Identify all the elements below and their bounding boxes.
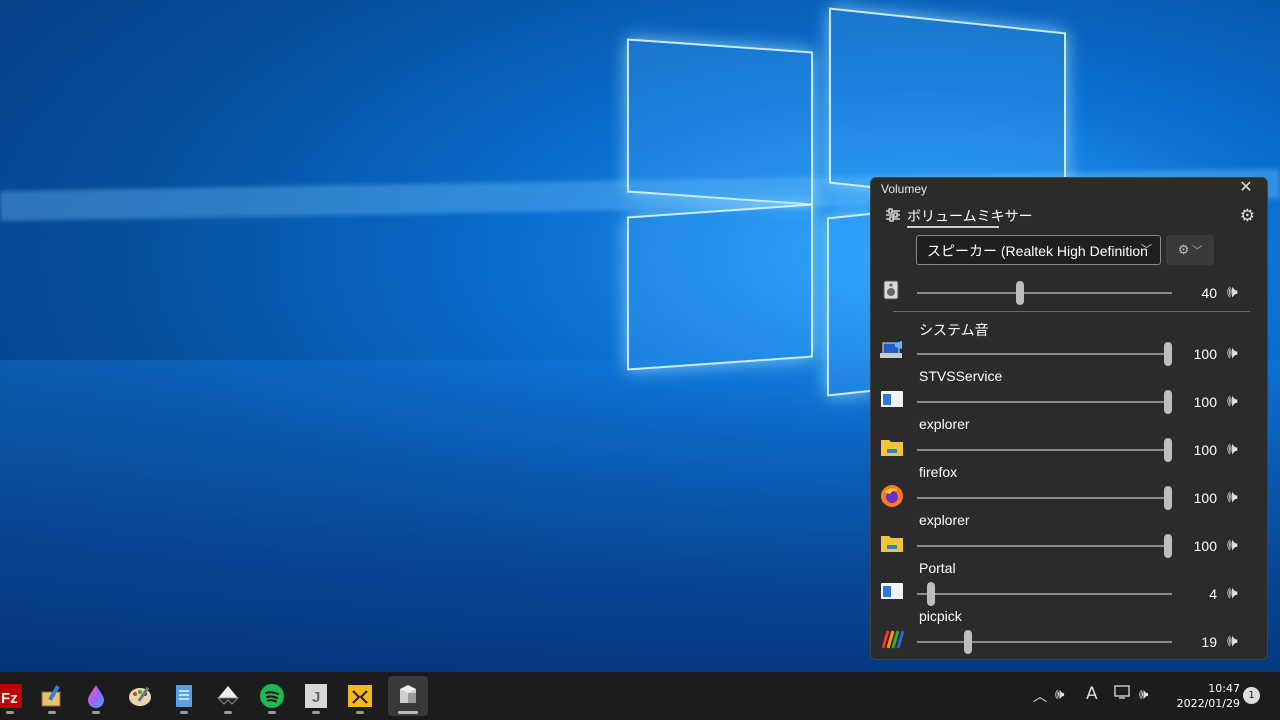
speaker-icon[interactable]: 🕪 [1227, 343, 1238, 363]
mixer-icon [885, 207, 901, 225]
system-sounds-icon [880, 340, 904, 362]
app-name: システム音 [919, 322, 989, 338]
speaker-icon[interactable]: 🕪 [1227, 439, 1238, 459]
app-volume-thumb[interactable] [963, 630, 972, 654]
volume-icon[interactable]: 🕪 [1139, 685, 1148, 703]
app-volume-row: picpick 19 🕪 [871, 608, 1269, 656]
app-volume-thumb[interactable] [1164, 342, 1172, 366]
chevron-down-icon: ﹀ [1189, 246, 1203, 257]
network-tool-icon[interactable] [340, 676, 380, 716]
paint-tool-icon[interactable] [32, 676, 72, 716]
app-volume-value: 100 [1193, 490, 1217, 506]
volumey-icon[interactable] [388, 676, 428, 716]
tab-underline [907, 226, 999, 228]
wallpaper-window-pane [827, 212, 874, 397]
app-volume-row: explorer 100 🕪 [871, 512, 1269, 560]
palette-icon[interactable] [120, 676, 160, 716]
app-volume-row: firefox 100 🕪 [871, 464, 1269, 512]
folder-icon [880, 532, 904, 554]
app-volume-row: STVSService 100 🕪 [871, 368, 1269, 416]
app-volume-thumb[interactable] [1164, 438, 1172, 462]
tab-label: ボリュームミキサー [907, 208, 1033, 224]
device-select-value: スピーカー (Realtek High Definition [927, 243, 1148, 259]
app-volume-value: 100 [1193, 442, 1217, 458]
app-volume-slider[interactable] [917, 641, 1172, 643]
speaker-icon[interactable]: 🕪 [1227, 487, 1238, 507]
app-volume-slider[interactable] [917, 449, 1172, 451]
speaker-tray-icon[interactable]: 🕪 [1055, 685, 1064, 703]
clock-date: 2022/01/29 [1176, 697, 1240, 710]
app-volume-thumb[interactable] [1164, 534, 1172, 558]
j-app-icon[interactable]: J [296, 676, 336, 716]
chevron-down-icon: ﹀ [1141, 244, 1152, 256]
network-icon[interactable] [1114, 684, 1132, 704]
app-name: explorer [919, 512, 970, 528]
gears-icon: ⚙ [1177, 242, 1190, 257]
app-volume-value: 100 [1193, 346, 1217, 362]
app-name: Portal [919, 560, 956, 576]
device-volume-value: 40 [1201, 285, 1217, 301]
svg-text:Fz: Fz [1, 690, 18, 707]
app-name: explorer [919, 416, 970, 432]
app-volume-thumb[interactable] [1164, 486, 1172, 510]
app-volume-slider[interactable] [917, 545, 1172, 547]
spotify-icon[interactable] [252, 676, 292, 716]
app-volume-slider[interactable] [917, 401, 1172, 403]
app-name: firefox [919, 464, 958, 480]
filezilla-icon[interactable]: Fz [0, 676, 30, 716]
speaker-icon[interactable]: 🕪 [1227, 535, 1238, 555]
notepad-icon[interactable] [164, 676, 204, 716]
app-volume-value: 4 [1209, 586, 1217, 602]
tab-volume-mixer[interactable]: ボリュームミキサー [885, 206, 1033, 226]
app-volume-thumb[interactable] [926, 582, 935, 606]
gear-icon[interactable]: ⚙ [1240, 206, 1255, 226]
app-volume-value: 100 [1193, 394, 1217, 410]
app-volume-thumb[interactable] [1164, 390, 1172, 414]
app-volume-row: システム音 100 🕪 [871, 320, 1269, 368]
app-volume-value: 100 [1193, 538, 1217, 554]
taskbar: Fz J ︿ 🕪 A 🕪 10:47 2022/01/29 1 [0, 672, 1280, 720]
app-volume-slider[interactable] [917, 593, 1172, 595]
clock-time: 10:47 [1208, 682, 1240, 695]
firefox-icon [880, 484, 904, 507]
device-volume-row: 40 🕪 [871, 259, 1269, 307]
app-volume-row: Portal 4 🕪 [871, 560, 1269, 608]
app-volume-slider[interactable] [917, 497, 1172, 499]
folder-icon [880, 436, 904, 458]
wallpaper-window-pane [627, 38, 813, 206]
device-volume-slider[interactable] [917, 292, 1172, 294]
svg-text:J: J [312, 689, 320, 706]
color-drop-icon[interactable] [76, 676, 116, 716]
device-volume-thumb[interactable] [1015, 281, 1024, 305]
app-volume-row: explorer 100 🕪 [871, 416, 1269, 464]
inkscape-icon[interactable] [208, 676, 248, 716]
app-volume-slider[interactable] [917, 353, 1172, 355]
ime-indicator[interactable]: A [1086, 684, 1098, 704]
window-app-icon [880, 580, 904, 602]
app-name: STVSService [919, 368, 1003, 384]
notification-badge[interactable]: 1 [1243, 687, 1260, 704]
volumey-panel: Volumey ✕ ボリュームミキサー ⚙ スピーカー (Realtek Hig… [870, 177, 1268, 660]
speaker-icon[interactable]: 🕪 [1227, 391, 1238, 411]
chevron-up-icon[interactable]: ︿ [1033, 686, 1047, 706]
wallpaper-window-pane [627, 203, 813, 371]
app-name: picpick [919, 608, 962, 624]
window-title: Volumey [881, 182, 928, 196]
window-app-icon [880, 388, 904, 410]
speaker-device-icon [880, 279, 904, 301]
divider [893, 311, 1250, 312]
speaker-icon[interactable]: 🕪 [1227, 282, 1238, 302]
speaker-icon[interactable]: 🕪 [1227, 583, 1238, 603]
clock[interactable]: 10:47 2022/01/29 [1164, 681, 1240, 711]
picpick-icon [880, 628, 905, 650]
speaker-icon[interactable]: 🕪 [1227, 631, 1238, 651]
app-volume-value: 19 [1201, 634, 1217, 650]
close-icon[interactable]: ✕ [1237, 178, 1255, 198]
